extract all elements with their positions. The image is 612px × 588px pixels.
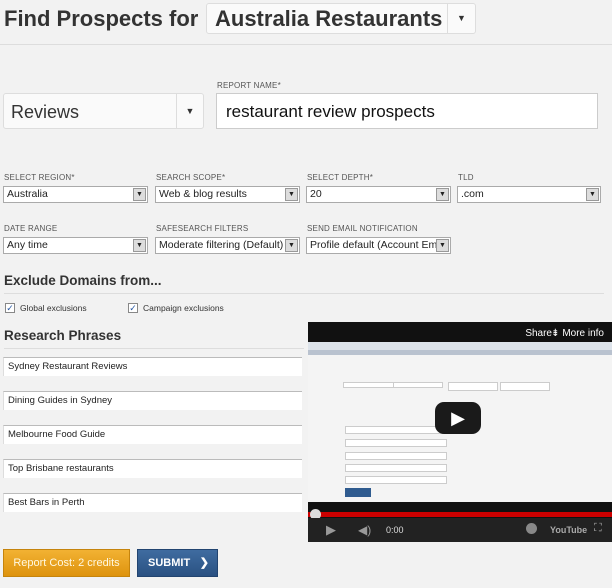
caret-down-icon: ▼ xyxy=(285,239,298,252)
field-select[interactable]: Web & blog results ▼ xyxy=(155,186,300,203)
submit-button[interactable]: SUBMIT ❯ xyxy=(137,549,218,577)
research-phrases-heading: Research Phrases xyxy=(4,328,122,343)
caret-down-icon: ▼ xyxy=(436,188,449,201)
checkbox-checked-icon: ✓ xyxy=(128,303,138,313)
checkbox-label: Campaign exclusions xyxy=(143,303,224,313)
caret-down-icon: ▼ xyxy=(133,188,146,201)
divider xyxy=(4,293,604,294)
checkbox-label: Global exclusions xyxy=(20,303,87,313)
report-type-value: Reviews xyxy=(11,102,80,122)
volume-icon[interactable]: ◀) xyxy=(358,523,371,537)
campaign-exclusions-checkbox[interactable]: ✓ Campaign exclusions xyxy=(128,303,224,313)
caret-down-icon: ▼ xyxy=(436,239,449,252)
phrase-input[interactable]: Dining Guides in Sydney xyxy=(3,391,302,410)
play-button-icon[interactable]: ▶ xyxy=(326,522,336,538)
video-player[interactable]: Share ⇟ More info ▶ ▶ ◀) 0:00 YouTube ⛶ xyxy=(308,322,612,542)
field-value: .com xyxy=(461,188,484,200)
video-progress-bar[interactable] xyxy=(308,512,612,517)
report-cost-button[interactable]: Report Cost: 2 credits xyxy=(3,549,130,577)
phrase-input[interactable]: Sydney Restaurant Reviews xyxy=(3,357,302,376)
field-select[interactable]: Australia ▼ xyxy=(3,186,148,203)
more-info-label: More info xyxy=(562,328,604,339)
phrase-input[interactable]: Top Brisbane restaurants xyxy=(3,459,302,478)
campaign-select[interactable]: Australia Restaurants ▼ xyxy=(206,3,476,34)
field-value: Any time xyxy=(7,239,48,251)
field-label: SELECT DEPTH* xyxy=(307,173,374,182)
report-type-select[interactable]: Reviews ▼ xyxy=(3,93,204,129)
video-time: 0:00 xyxy=(386,525,404,535)
field-select[interactable]: Moderate filtering (Default) ▼ xyxy=(155,237,300,254)
exclude-heading: Exclude Domains from... xyxy=(4,273,162,288)
caret-down-icon: ▼ xyxy=(285,188,298,201)
caret-down-icon: ▼ xyxy=(447,4,475,33)
field-label: SAFESEARCH FILTERS xyxy=(156,224,249,233)
phrase-input[interactable]: Melbourne Food Guide xyxy=(3,425,302,444)
more-info-icon: ⇟ xyxy=(551,328,563,339)
watch-later-icon[interactable] xyxy=(526,523,537,534)
caret-down-icon: ▼ xyxy=(176,94,203,128)
phrase-input[interactable]: Best Bars in Perth xyxy=(3,493,302,512)
caret-down-icon: ▼ xyxy=(133,239,146,252)
field-label: DATE RANGE xyxy=(4,224,58,233)
chevron-right-icon: ❯ xyxy=(199,557,209,569)
share-button[interactable]: Share xyxy=(525,328,552,339)
field-select[interactable]: 20 ▼ xyxy=(306,186,451,203)
field-label: SELECT REGION* xyxy=(4,173,75,182)
field-value: Web & blog results xyxy=(159,188,247,200)
fullscreen-icon[interactable]: ⛶ xyxy=(594,522,602,535)
youtube-logo[interactable]: YouTube xyxy=(550,525,587,535)
field-value: Profile default (Account Email xyxy=(310,239,448,251)
report-name-label: REPORT NAME* xyxy=(217,81,281,90)
submit-label: SUBMIT xyxy=(148,557,191,569)
field-value: Moderate filtering (Default) xyxy=(159,239,284,251)
field-select[interactable]: Any time ▼ xyxy=(3,237,148,254)
global-exclusions-checkbox[interactable]: ✓ Global exclusions xyxy=(5,303,87,313)
divider xyxy=(4,348,304,349)
divider xyxy=(0,44,612,45)
caret-down-icon: ▼ xyxy=(586,188,599,201)
page-title: Find Prospects for xyxy=(4,6,199,31)
field-value: 20 xyxy=(310,188,322,200)
field-select[interactable]: .com ▼ xyxy=(457,186,601,203)
field-select[interactable]: Profile default (Account Email ▼ xyxy=(306,237,451,254)
campaign-value: Australia Restaurants xyxy=(215,6,443,31)
field-label: SEARCH SCOPE* xyxy=(156,173,226,182)
field-value: Australia xyxy=(7,188,48,200)
more-info-button[interactable]: ⇟ More info xyxy=(551,328,604,339)
field-label: SEND EMAIL NOTIFICATION xyxy=(307,224,418,233)
play-icon[interactable]: ▶ xyxy=(435,402,481,434)
checkbox-checked-icon: ✓ xyxy=(5,303,15,313)
field-label: TLD xyxy=(458,173,474,182)
report-name-input[interactable]: restaurant review prospects xyxy=(216,93,598,129)
